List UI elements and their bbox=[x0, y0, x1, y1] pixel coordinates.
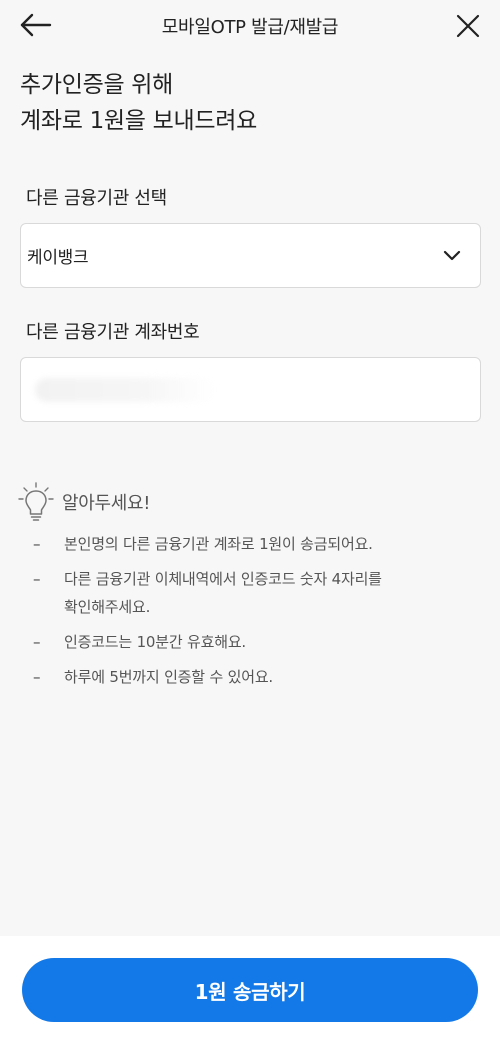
chevron-down-icon bbox=[443, 250, 461, 260]
notice-text: 인증코드는 10분간 유효해요. bbox=[64, 633, 246, 651]
bank-select[interactable]: 케이뱅크 bbox=[20, 223, 481, 288]
bank-select-label: 다른 금융기관 선택 bbox=[26, 188, 167, 209]
close-button[interactable] bbox=[450, 8, 486, 44]
notice-text: 하루에 5번까지 인증할 수 있어요. bbox=[64, 668, 273, 686]
notice-title: 알아두세요! bbox=[62, 493, 151, 514]
headline-line-2: 계좌로 1원을 보내드려요 bbox=[20, 108, 257, 134]
page-title: 모바일OTP 발급/재발급 bbox=[161, 17, 339, 38]
notice-text: 본인명의 다른 금융기관 계좌로 1원이 송금되어요. bbox=[64, 535, 373, 553]
masked-account-number bbox=[35, 378, 215, 402]
header: 모바일OTP 발급/재발급 bbox=[0, 0, 500, 52]
headline: 추가인증을 위해 계좌로 1원을 보내드려요 bbox=[20, 67, 480, 139]
back-button[interactable] bbox=[18, 8, 58, 44]
bottom-bar: 1원 송금하기 bbox=[0, 936, 500, 1043]
headline-line-1: 추가인증을 위해 bbox=[20, 72, 174, 98]
screen: 모바일OTP 발급/재발급 추가인증을 위해 계좌로 1원을 보내드려요 다른 … bbox=[0, 0, 500, 1043]
send-1won-button[interactable]: 1원 송금하기 bbox=[22, 958, 478, 1022]
bank-select-value: 케이뱅크 bbox=[27, 248, 89, 268]
notice-header: 알아두세요! bbox=[18, 482, 151, 522]
close-icon bbox=[456, 14, 480, 38]
bullet-dash: – bbox=[33, 535, 41, 553]
account-number-label: 다른 금융기관 계좌번호 bbox=[26, 322, 200, 343]
bullet-dash: – bbox=[33, 633, 41, 651]
bullet-dash: – bbox=[33, 668, 41, 686]
lightbulb-icon bbox=[18, 482, 54, 521]
arrow-left-icon bbox=[20, 13, 52, 37]
bullet-dash: – bbox=[33, 570, 41, 588]
notice-text: 다른 금융기관 이체내역에서 인증코드 숫자 4자리를 bbox=[64, 570, 382, 588]
notice-text: 확인해주세요. bbox=[64, 598, 151, 616]
account-number-field[interactable] bbox=[20, 357, 481, 422]
